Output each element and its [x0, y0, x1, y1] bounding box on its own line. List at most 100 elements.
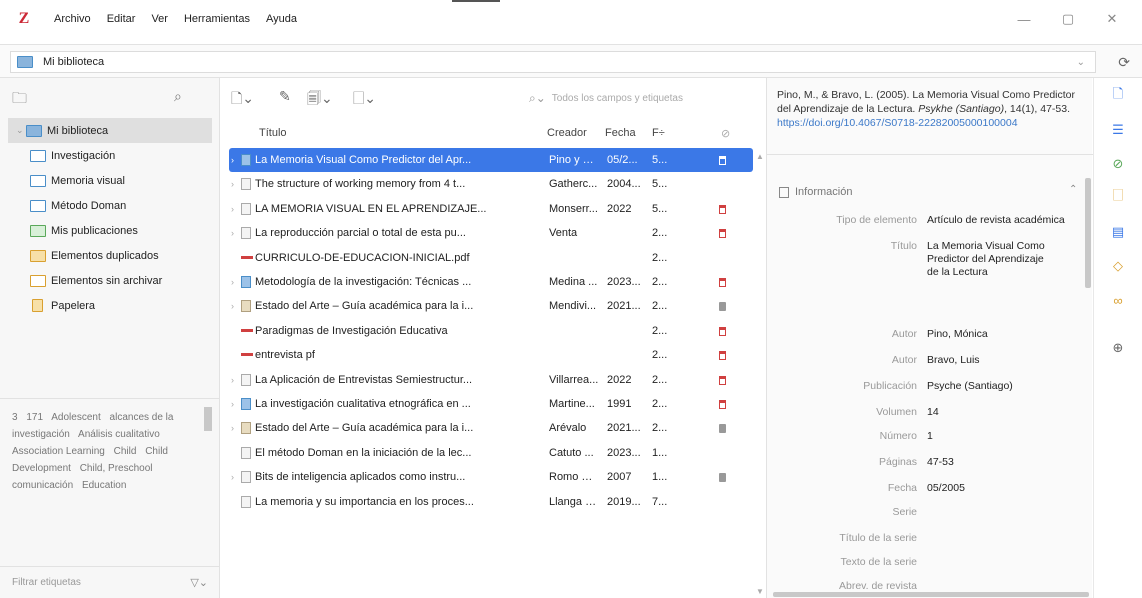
collection-2[interactable]: Memoria visual — [0, 168, 220, 193]
field-value[interactable]: Psyche (Santiago) — [927, 380, 1087, 392]
collection-3[interactable]: Método Doman — [0, 193, 220, 218]
column-f[interactable]: F÷ — [652, 127, 665, 139]
new-note-icon[interactable]: 🗌⌄ — [353, 88, 376, 112]
pdf-attachment-icon[interactable] — [719, 375, 726, 385]
collection-5[interactable]: Elementos duplicados — [0, 243, 220, 268]
abstract-nav-icon[interactable]: ☰ — [1110, 122, 1126, 138]
tag-filter[interactable]: Filtrar etiquetas ▽⌄ — [0, 566, 220, 598]
snapshot-attachment-icon[interactable] — [719, 302, 726, 312]
twisty-icon[interactable]: › — [231, 399, 234, 409]
tags-nav-icon[interactable]: ◇ — [1110, 258, 1126, 274]
menu-herramientas[interactable]: Herramientas — [184, 13, 250, 25]
filter-icon[interactable]: ▽⌄ — [190, 576, 208, 589]
maximize-button[interactable]: ▢ — [1046, 11, 1090, 27]
pdf-attachment-icon[interactable] — [719, 204, 726, 214]
column-title[interactable]: Título — [259, 127, 287, 139]
table-row[interactable]: › La investigación cualitativa etnográfic… — [229, 392, 753, 416]
collection-1[interactable]: Investigación — [0, 143, 220, 168]
pdf-attachment-icon[interactable] — [719, 278, 726, 287]
twisty-icon[interactable]: › — [231, 423, 234, 433]
add-by-identifier-icon[interactable]: ✎ — [279, 88, 291, 105]
new-collection-icon[interactable]: 🗀 — [12, 88, 27, 113]
tag-scrollbar[interactable] — [204, 407, 212, 431]
related-nav-icon[interactable]: ∞ — [1110, 292, 1126, 308]
info-nav-icon[interactable]: 🗋 — [1110, 86, 1126, 104]
column-creator[interactable]: Creador — [547, 127, 587, 139]
items-scrollbar[interactable]: ▲ ▼ — [755, 148, 765, 598]
twisty-icon[interactable]: ⌄ — [16, 125, 26, 136]
menu-ver[interactable]: Ver — [151, 13, 168, 25]
locate-icon[interactable]: ⊕ — [1110, 340, 1126, 356]
close-button[interactable]: ✕ — [1090, 11, 1134, 27]
tag[interactable]: 3 — [12, 412, 18, 423]
item-pane-scrollbar[interactable] — [1085, 178, 1091, 288]
tag[interactable]: 171 — [26, 412, 43, 423]
new-item-icon[interactable]: 🗋⌄ — [231, 88, 254, 112]
search-mode-icon[interactable]: ⌕⌄ — [529, 91, 546, 106]
table-row[interactable]: Paradigmas de Investigación Educativa 2..… — [229, 319, 753, 343]
menu-ayuda[interactable]: Ayuda — [266, 13, 297, 25]
attachment-column-icon[interactable]: ⊘ — [721, 127, 730, 140]
tag-filter-input[interactable]: Filtrar etiquetas — [12, 577, 81, 588]
field-value[interactable]: 14 — [927, 406, 1087, 418]
twisty-icon[interactable]: › — [231, 375, 234, 385]
twisty-icon[interactable]: › — [231, 472, 234, 482]
table-row[interactable]: › La Aplicación de Entrevistas Semiestruc… — [229, 368, 753, 392]
minimize-button[interactable]: — — [1002, 12, 1046, 27]
attachments-nav-icon[interactable]: ⊘ — [1110, 156, 1126, 172]
scroll-up-icon[interactable]: ▲ — [756, 152, 764, 161]
twisty-icon[interactable]: › — [231, 179, 234, 189]
twisty-icon[interactable]: › — [231, 301, 234, 311]
pdf-attachment-icon[interactable] — [719, 229, 726, 239]
tag[interactable]: Association Learning — [12, 446, 105, 457]
table-row[interactable]: › Metodología de la investigación: Técnic… — [229, 270, 753, 294]
snapshot-attachment-icon[interactable] — [719, 424, 726, 434]
table-row[interactable]: › LA MEMORIA VISUAL EN EL APRENDIZAJE... M… — [229, 197, 753, 221]
table-row[interactable]: entrevista pf 2... — [229, 343, 753, 367]
menu-archivo[interactable]: Archivo — [54, 13, 91, 25]
new-attachment-icon[interactable]: 🗐⌄ — [307, 88, 333, 112]
library-selector[interactable]: Mi biblioteca ⌄ — [10, 51, 1096, 73]
libraries-nav-icon[interactable]: ▤ — [1110, 224, 1126, 240]
collection-0[interactable]: ⌄ Mi biblioteca — [8, 118, 212, 143]
pdf-attachment-icon[interactable] — [719, 400, 726, 409]
twisty-icon[interactable]: › — [231, 277, 234, 287]
tag[interactable]: Education — [82, 480, 126, 491]
field-value[interactable]: Artículo de revista académica — [927, 214, 1087, 226]
scroll-down-icon[interactable]: ▼ — [756, 587, 764, 596]
table-row[interactable]: › The structure of working memory from 4 … — [229, 172, 753, 196]
table-row[interactable]: El método Doman en la iniciación de la l… — [229, 441, 753, 465]
tag[interactable]: Child — [114, 446, 137, 457]
table-row[interactable]: › La Memoria Visual Como Predictor del Ap… — [229, 148, 753, 172]
tag[interactable]: Análisis cualitativo — [78, 429, 160, 440]
field-value[interactable]: La Memoria Visual Como Predictor del Apr… — [927, 240, 1047, 279]
chevron-up-icon[interactable]: ⌃ — [1069, 184, 1077, 195]
notes-nav-icon[interactable]: 🗌 — [1110, 188, 1126, 206]
twisty-icon[interactable]: › — [231, 204, 234, 214]
field-value[interactable]: 05/2005 — [927, 482, 1087, 494]
citation-doi-link[interactable]: https://doi.org/10.4067/S0718-2228200500… — [777, 117, 1018, 129]
column-date[interactable]: Fecha — [605, 127, 636, 139]
item-pane-hscrollbar[interactable] — [773, 592, 1089, 597]
pdf-attachment-icon[interactable] — [719, 351, 726, 361]
field-value[interactable]: 1 — [927, 430, 1087, 442]
tag[interactable]: Child, Preschool — [80, 463, 153, 474]
twisty-icon[interactable]: › — [231, 155, 234, 165]
table-row[interactable]: › Bits de inteligencia aplicados como ins… — [229, 465, 753, 489]
twisty-icon[interactable]: › — [231, 228, 234, 238]
pdf-attachment-icon[interactable] — [719, 326, 726, 336]
search-field[interactable]: ⌕⌄ Todos los campos y etiquetas — [529, 88, 757, 108]
snapshot-attachment-icon[interactable] — [719, 473, 726, 483]
sync-icon[interactable]: ⟳ — [1118, 54, 1130, 71]
tag[interactable]: comunicación — [12, 480, 73, 491]
field-value[interactable]: Bravo, Luis — [927, 354, 1087, 366]
collection-4[interactable]: Mis publicaciones — [0, 218, 220, 243]
table-row[interactable]: La memoria y su importancia en los proce… — [229, 490, 753, 514]
table-row[interactable]: CURRICULO-DE-EDUCACION-INICIAL.pdf 2... — [229, 246, 753, 270]
search-icon[interactable]: ⌕ — [174, 88, 182, 105]
pdf-attachment-icon[interactable] — [719, 156, 726, 165]
table-row[interactable]: › Estado del Arte – Guía académica para l… — [229, 416, 753, 440]
tag[interactable]: Adolescent — [51, 412, 100, 423]
table-row[interactable]: › La reproducción parcial o total de esta… — [229, 221, 753, 245]
table-row[interactable]: › Estado del Arte – Guía académica para l… — [229, 294, 753, 318]
